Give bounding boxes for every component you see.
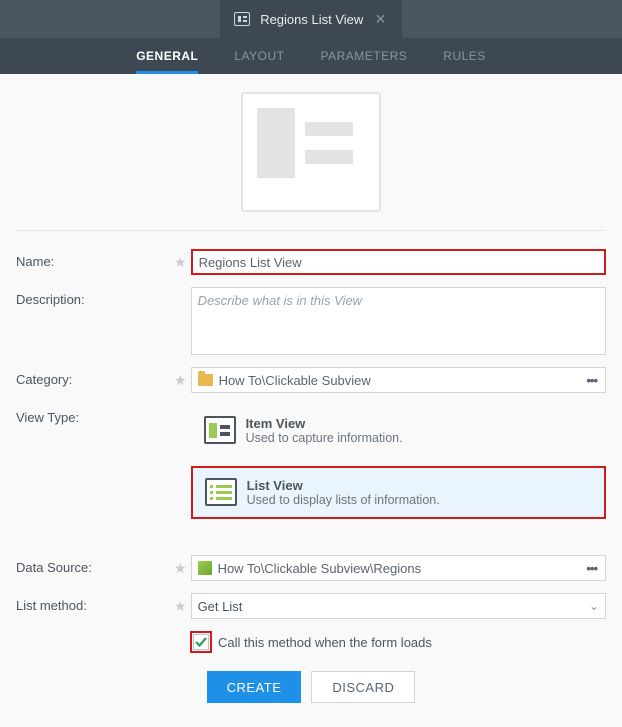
required-star-icon: ★ <box>174 593 187 615</box>
call-method-label: Call this method when the form loads <box>218 635 432 650</box>
view-type-list[interactable]: List View Used to display lists of infor… <box>191 466 606 519</box>
category-picker[interactable]: How To\Clickable Subview ••• <box>191 367 606 393</box>
view-preview-thumbnail <box>241 92 381 212</box>
divider <box>16 230 606 231</box>
tab-parameters[interactable]: PARAMETERS <box>320 38 407 74</box>
list-method-select[interactable]: Get List ⌄ <box>191 593 606 619</box>
view-type-item[interactable]: Item View Used to capture information. <box>191 405 606 456</box>
view-type-item-title: Item View <box>246 416 403 431</box>
close-icon[interactable]: × <box>373 9 388 30</box>
data-source-value: How To\Clickable Subview\Regions <box>218 561 577 576</box>
discard-button[interactable]: DISCARD <box>311 671 415 703</box>
chevron-down-icon: ⌄ <box>589 599 599 613</box>
call-method-checkbox-row: Call this method when the form loads <box>190 631 606 653</box>
label-list-method: List method: <box>16 593 174 613</box>
tab-general[interactable]: GENERAL <box>136 38 198 74</box>
required-star-icon: ★ <box>174 555 187 577</box>
list-view-icon <box>205 478 237 506</box>
tab-layout[interactable]: LAYOUT <box>234 38 284 74</box>
window-title: Regions List View <box>260 12 363 27</box>
checkbox-highlight <box>190 631 212 653</box>
row-description: Description: ★ <box>16 287 606 355</box>
call-method-checkbox[interactable] <box>193 634 209 650</box>
label-name: Name: <box>16 249 174 269</box>
title-bar: Regions List View × <box>0 0 622 38</box>
content-area: Name: ★ Description: ★ Category: ★ How T… <box>0 74 622 727</box>
row-view-type: View Type: ★ Item View Used to capture i… <box>16 405 606 519</box>
list-view-icon <box>234 12 250 26</box>
preview-wrap <box>16 74 606 230</box>
view-type-list-desc: Used to display lists of information. <box>247 493 440 507</box>
name-input[interactable] <box>191 249 606 275</box>
row-name: Name: ★ <box>16 249 606 275</box>
smartobject-icon <box>198 561 212 575</box>
tabs-bar: GENERAL LAYOUT PARAMETERS RULES <box>0 38 622 74</box>
description-input[interactable] <box>191 287 606 355</box>
row-list-method: List method: ★ Get List ⌄ <box>16 593 606 619</box>
label-description: Description: <box>16 287 174 307</box>
folder-icon <box>198 374 213 386</box>
title-tab: Regions List View × <box>220 0 402 38</box>
view-type-list-title: List View <box>247 478 440 493</box>
required-star-icon: ★ <box>174 249 187 271</box>
row-data-source: Data Source: ★ How To\Clickable Subview\… <box>16 555 606 581</box>
view-type-item-desc: Used to capture information. <box>246 431 403 445</box>
required-star-icon: ★ <box>174 367 187 389</box>
data-source-picker[interactable]: How To\Clickable Subview\Regions ••• <box>191 555 606 581</box>
button-row: CREATE DISCARD <box>16 671 606 703</box>
item-view-icon <box>204 416 236 444</box>
label-category: Category: <box>16 367 174 387</box>
label-view-type: View Type: <box>16 405 174 425</box>
list-method-value: Get List <box>198 599 243 614</box>
label-data-source: Data Source: <box>16 555 174 575</box>
ellipsis-icon[interactable]: ••• <box>582 373 601 388</box>
tab-rules[interactable]: RULES <box>443 38 486 74</box>
create-button[interactable]: CREATE <box>207 671 302 703</box>
ellipsis-icon[interactable]: ••• <box>582 561 601 576</box>
row-category: Category: ★ How To\Clickable Subview ••• <box>16 367 606 393</box>
category-value: How To\Clickable Subview <box>219 373 577 388</box>
checkmark-icon <box>195 636 207 648</box>
